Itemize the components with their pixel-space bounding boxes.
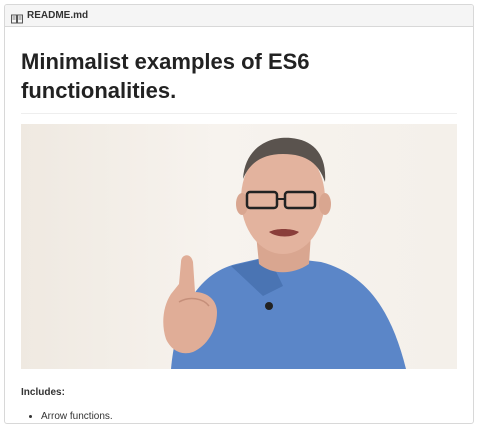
page-title: Minimalist examples of ES6 functionaliti… xyxy=(21,47,457,114)
list-item: Arrow functions. xyxy=(41,410,457,423)
video-thumbnail[interactable] xyxy=(21,124,457,369)
book-icon xyxy=(11,11,23,23)
includes-label: Includes: xyxy=(21,387,65,398)
file-header: README.md xyxy=(5,5,473,27)
file-name: README.md xyxy=(27,10,89,21)
presenter-image xyxy=(163,137,406,369)
readme-container: README.md Minimalist examples of ES6 fun… xyxy=(4,4,474,424)
feature-list: Arrow functions. xyxy=(21,410,457,423)
readme-body: Minimalist examples of ES6 functionaliti… xyxy=(5,47,473,423)
